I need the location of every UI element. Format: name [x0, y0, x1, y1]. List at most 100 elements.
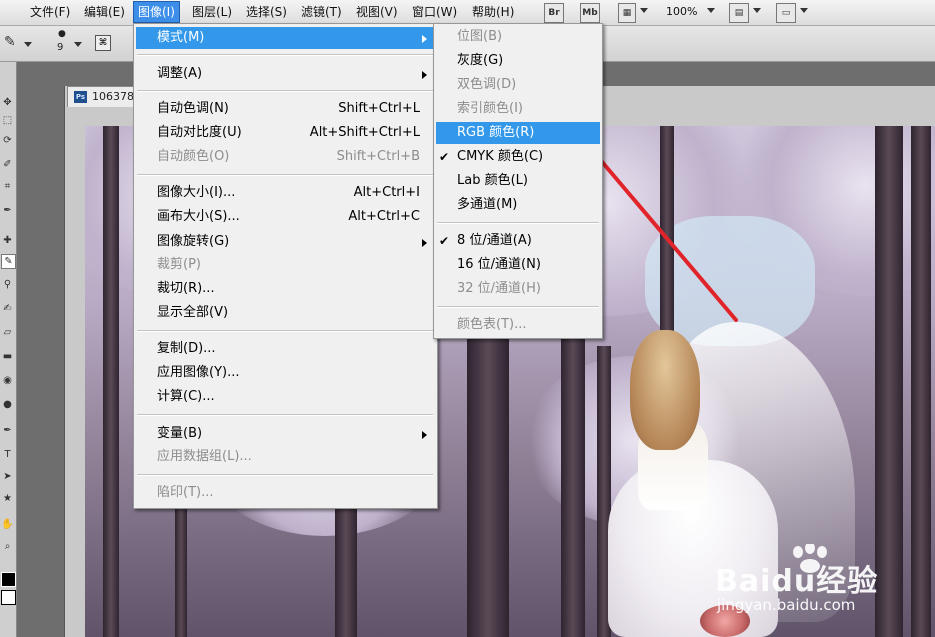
path-selection-tool-icon[interactable]: ➤ [1, 470, 14, 483]
menu-item-image-size[interactable]: 图像大小(I)... Alt+Ctrl+I [136, 182, 434, 204]
chevron-down-icon[interactable] [640, 8, 648, 13]
submenu-arrow-icon [422, 71, 427, 79]
history-brush-tool-icon[interactable]: ✍ [1, 302, 14, 315]
pen-tool-icon[interactable]: ✒ [1, 424, 14, 437]
brush-dot-icon: ● [58, 29, 66, 39]
menu-item-reveal-all[interactable]: 显示全部(V) [136, 302, 434, 324]
menu-item-image-rotation[interactable]: 图像旋转(G) [136, 231, 434, 253]
brush-size-label: 9 [57, 42, 64, 53]
mode-item-32-bits[interactable]: 32 位/通道(H) [436, 278, 600, 300]
mode-submenu: 位图(B) 灰度(G) 双色调(D) 索引颜色(I) RGB 颜色(R) ✔ C… [433, 23, 603, 339]
chevron-down-icon[interactable] [800, 8, 808, 13]
menu-divider [137, 54, 433, 56]
brush-tool-icon[interactable]: ✎ [1, 254, 16, 269]
tools-panel: ✥ ⬚ ⟳ ✐ ⌗ ✒ ✚ ✎ ⚲ ✍ ▱ ▬ ◉ ● ✒ T ➤ ★ ✋ ⌕ [0, 62, 17, 637]
tree-trunk [103, 126, 119, 637]
mode-item-duotone[interactable]: 双色调(D) [436, 74, 600, 96]
marquee-tool-icon[interactable]: ⬚ [1, 114, 14, 127]
menu-divider [437, 222, 599, 224]
menu-item-crop[interactable]: 裁剪(P) [136, 254, 434, 276]
photoshop-file-icon: Ps [74, 91, 87, 103]
bride-hair [630, 330, 700, 450]
type-tool-icon[interactable]: T [1, 448, 14, 461]
chevron-down-icon[interactable] [24, 42, 32, 47]
menu-edit[interactable]: 编辑(E) [80, 2, 129, 22]
submenu-arrow-icon [422, 431, 427, 439]
menu-divider [437, 306, 599, 308]
menu-item-auto-color[interactable]: 自动颜色(O) Shift+Ctrl+B [136, 146, 434, 168]
foreground-color-swatch[interactable] [1, 572, 16, 587]
menu-item-apply-data-set[interactable]: 应用数据组(L)... [136, 446, 434, 468]
menu-divider [137, 474, 433, 476]
chevron-down-icon[interactable] [753, 8, 761, 13]
menu-item-trap[interactable]: 陷印(T)... [136, 482, 434, 504]
menu-divider [137, 330, 433, 332]
mode-item-rgb-color[interactable]: RGB 颜色(R) [436, 122, 600, 144]
menu-view[interactable]: 视图(V) [352, 2, 402, 22]
tree-trunk [561, 336, 585, 637]
view-extras-icon[interactable]: ▦ [618, 3, 636, 23]
bridge-button[interactable]: Br [544, 3, 564, 23]
menu-file[interactable]: 文件(F) [26, 2, 74, 22]
menu-layer[interactable]: 图层(L) [188, 2, 236, 22]
document-title: 106378 [92, 90, 134, 103]
screen-mode-icon[interactable]: ▭ [776, 3, 796, 23]
chevron-down-icon[interactable] [74, 42, 82, 47]
mode-item-multichannel[interactable]: 多通道(M) [436, 194, 600, 216]
submenu-arrow-icon [422, 239, 427, 247]
menu-item-canvas-size[interactable]: 画布大小(S)... Alt+Ctrl+C [136, 206, 434, 228]
menu-item-adjustments[interactable]: 调整(A) [136, 63, 434, 85]
zoom-tool-icon[interactable]: ⌕ [1, 540, 14, 553]
mode-item-bitmap[interactable]: 位图(B) [436, 26, 600, 48]
mode-item-indexed-color[interactable]: 索引颜色(I) [436, 98, 600, 120]
blur-tool-icon[interactable]: ◉ [1, 374, 14, 387]
gradient-tool-icon[interactable]: ▬ [1, 350, 14, 363]
menu-image[interactable]: 图像(I) [133, 1, 180, 23]
menu-item-mode[interactable]: 模式(M) [136, 27, 434, 49]
menu-filter[interactable]: 滤镜(T) [297, 2, 346, 22]
crop-tool-icon[interactable]: ⌗ [1, 180, 14, 193]
watermark-url: jingyan.baidu.com [717, 596, 856, 614]
checkmark-icon: ✔ [439, 150, 450, 164]
menu-item-duplicate[interactable]: 复制(D)... [136, 338, 434, 360]
image-dropdown-menu: 模式(M) 调整(A) 自动色调(N) Shift+Ctrl+L 自动对比度(U… [133, 23, 438, 509]
background-color-swatch[interactable] [1, 590, 16, 605]
menu-item-auto-tone[interactable]: 自动色调(N) Shift+Ctrl+L [136, 98, 434, 120]
menu-item-variables[interactable]: 变量(B) [136, 423, 434, 445]
arrange-documents-icon[interactable]: ▤ [729, 3, 749, 23]
menu-divider [137, 90, 433, 92]
watermark-brand: Baidu经验 [715, 564, 879, 599]
quick-select-tool-icon[interactable]: ✐ [1, 158, 14, 171]
menu-item-calculations[interactable]: 计算(C)... [136, 386, 434, 408]
shape-tool-icon[interactable]: ★ [1, 492, 14, 505]
mode-item-16-bits[interactable]: 16 位/通道(N) [436, 254, 600, 276]
menu-divider [137, 414, 433, 416]
menu-item-trim[interactable]: 裁切(R)... [136, 278, 434, 300]
dodge-tool-icon[interactable]: ● [1, 398, 14, 411]
hand-tool-icon[interactable]: ✋ [1, 518, 14, 531]
menu-window[interactable]: 窗口(W) [408, 2, 461, 22]
healing-brush-tool-icon[interactable]: ✚ [1, 234, 14, 247]
zoom-level[interactable]: 100% [662, 2, 701, 22]
mini-bridge-button[interactable]: Mb [580, 3, 600, 23]
move-tool-icon[interactable]: ✥ [1, 96, 14, 109]
clone-stamp-tool-icon[interactable]: ⚲ [1, 278, 14, 291]
brush-panel-icon[interactable]: ⌘ [95, 35, 111, 51]
brush-tool-icon[interactable]: ✎ [4, 34, 16, 50]
mode-item-lab-color[interactable]: Lab 颜色(L) [436, 170, 600, 192]
eyedropper-tool-icon[interactable]: ✒ [1, 204, 14, 217]
mode-item-color-table[interactable]: 颜色表(T)... [436, 314, 600, 336]
eraser-tool-icon[interactable]: ▱ [1, 326, 14, 339]
menu-select[interactable]: 选择(S) [242, 2, 291, 22]
menu-item-auto-contrast[interactable]: 自动对比度(U) Alt+Shift+Ctrl+L [136, 122, 434, 144]
menu-item-apply-image[interactable]: 应用图像(Y)... [136, 362, 434, 384]
mode-item-grayscale[interactable]: 灰度(G) [436, 50, 600, 72]
mode-item-8-bits[interactable]: ✔ 8 位/通道(A) [436, 230, 600, 252]
menu-divider [137, 174, 433, 176]
chevron-down-icon[interactable] [707, 8, 715, 13]
lasso-tool-icon[interactable]: ⟳ [1, 134, 14, 147]
mode-item-cmyk-color[interactable]: ✔ CMYK 颜色(C) [436, 146, 600, 168]
tree-trunk [467, 336, 509, 637]
submenu-arrow-icon [422, 35, 427, 43]
menu-help[interactable]: 帮助(H) [468, 2, 518, 22]
